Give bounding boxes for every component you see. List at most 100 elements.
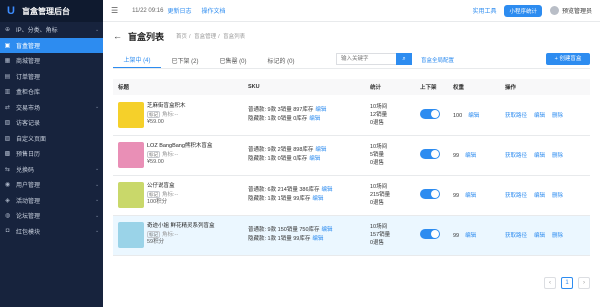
sidebar: U 盲盒管理后台 ⊕ IP、分类、角标 ⌄ ▣ 盲盒管理 ▦ 商城管理 ▤ 订单管理 ▥ 盒柜仓库 ⇄…	[0, 0, 103, 307]
chevron-down-icon: ⌄	[95, 26, 100, 33]
chevron-down-icon: ⌄	[95, 212, 100, 219]
tab-off-shelf[interactable]: 已下架 (2)	[161, 56, 209, 68]
search-icon[interactable]: ⌕	[396, 53, 412, 65]
tools-link[interactable]: 实用工具	[472, 6, 496, 15]
shelf-toggle[interactable]	[420, 108, 440, 119]
sku-edit-link[interactable]: 编辑	[309, 116, 320, 122]
sku-edit-link[interactable]: 编辑	[315, 107, 326, 113]
delete-link[interactable]: 删除	[552, 153, 563, 159]
weight-value: 99	[453, 233, 460, 239]
get-path-link[interactable]: 获取路径	[505, 193, 527, 199]
docs-link[interactable]: 操作文档	[201, 6, 225, 15]
weight-edit-link[interactable]: 编辑	[465, 233, 476, 239]
weight-value: 99	[453, 193, 460, 199]
product-thumbnail	[118, 182, 144, 208]
stat-views: 10场间	[370, 144, 388, 150]
tab-sold-out[interactable]: 已售罄 (0)	[209, 56, 257, 68]
sidebar-item[interactable]: ▣ 盲盒管理	[0, 37, 103, 53]
edit-link[interactable]: 编辑	[534, 193, 545, 199]
delete-link[interactable]: 删除	[552, 233, 563, 239]
miniapp-stats-button[interactable]: 小程序统计	[504, 4, 542, 17]
sidebar-item[interactable]: ⊕ IP、分类、角标 ⌄	[0, 22, 103, 38]
col-title: 标题	[113, 79, 243, 95]
sku-edit-link[interactable]: 编辑	[312, 196, 323, 202]
app-title: 盲盒管理后台	[22, 6, 70, 16]
menu-toggle-icon[interactable]: ☰	[111, 6, 118, 15]
sku-edit-link[interactable]: 编辑	[312, 236, 323, 242]
stat-returns: 0退售	[370, 240, 385, 246]
cell-status	[415, 175, 448, 216]
sidebar-item[interactable]: ▦ 商城管理	[0, 53, 103, 69]
mark-tag[interactable]: 标记	[147, 110, 160, 118]
shelf-toggle[interactable]	[420, 189, 440, 199]
col-actions: 操作	[500, 79, 590, 95]
sidebar-item[interactable]: ◉ 用户管理 ⌄	[0, 177, 103, 193]
search-input[interactable]	[336, 53, 396, 65]
create-blindbox-button[interactable]: + 创建盲盒	[546, 53, 590, 65]
tab-marked[interactable]: 标记的 (0)	[257, 56, 305, 68]
avatar	[549, 6, 559, 15]
sku-edit-link[interactable]: 编辑	[322, 187, 333, 193]
sidebar-item-label: 商城管理	[16, 59, 41, 66]
delete-link[interactable]: 删除	[552, 193, 563, 199]
breadcrumb: 首页 / 盲盒管理 / 盲盒列表	[176, 34, 246, 40]
edit-link[interactable]: 编辑	[534, 113, 545, 119]
current-time: 11/22 09:16	[132, 7, 164, 14]
mark-tag[interactable]: 标记	[147, 150, 160, 158]
user-menu[interactable]: 预览管理员	[549, 6, 592, 15]
next-page-button[interactable]: ›	[578, 277, 590, 289]
sidebar-item-label: 自定义页面	[16, 136, 47, 143]
global-config-link[interactable]: 盲盒全局配置	[421, 56, 454, 64]
get-path-link[interactable]: 获取路径	[505, 153, 527, 159]
weight-edit-link[interactable]: 编辑	[465, 153, 476, 159]
stat-returns: 0退售	[370, 200, 385, 206]
product-name: LOZ BangBang熊积木盲盒	[147, 143, 213, 150]
cell-actions: 获取路径 编辑 删除	[500, 175, 590, 216]
breadcrumb-home[interactable]: 首页	[176, 34, 187, 40]
sidebar-item[interactable]: ⇄ 交易市场 ⌄	[0, 100, 103, 116]
prev-page-button[interactable]: ‹	[544, 277, 556, 289]
cell-sku: 普通款: 6款 214销量 386库存 编辑 隐藏款: 1款 1销量 99库存 编辑	[243, 175, 365, 216]
col-status: 上下架	[415, 79, 448, 95]
delete-link[interactable]: 删除	[552, 113, 563, 119]
sidebar-item[interactable]: ⇆ 兑换码 ⌄	[0, 162, 103, 178]
sku-hidden: 隐藏款: 1款 0销量 0库存	[248, 156, 308, 162]
tabs-row: 上架中 (4) 已下架 (2) 已售罄 (0) 标记的 (0) ⌕ 盲盒全局配置…	[113, 53, 590, 69]
sku-hidden: 隐藏款: 1款 1销量 99库存	[248, 196, 311, 202]
page-1-button[interactable]: 1	[561, 277, 573, 289]
edit-link[interactable]: 编辑	[534, 233, 545, 239]
edit-link[interactable]: 编辑	[534, 153, 545, 159]
col-weight: 权重	[448, 79, 500, 95]
sidebar-item[interactable]: ▧ 访客记录	[0, 115, 103, 131]
exchange-icon: ⇆	[4, 166, 11, 173]
get-path-link[interactable]: 获取路径	[505, 233, 527, 239]
sku-edit-link[interactable]: 编辑	[309, 156, 320, 162]
tab-on-shelf[interactable]: 上架中 (4)	[113, 55, 161, 68]
cell-title: LOZ BangBang熊积木盲盒 标记 角标:-- ¥59.00	[113, 135, 243, 176]
page-icon: ▨	[4, 135, 11, 142]
sku-edit-link[interactable]: 编辑	[322, 227, 333, 233]
sidebar-item[interactable]: ◍ 论坛管理 ⌄	[0, 208, 103, 224]
shelf-toggle[interactable]	[420, 229, 440, 239]
cell-status	[415, 135, 448, 176]
box-icon: ▣	[4, 42, 11, 49]
cell-sku: 普通款: 9款 2销量 898库存 编辑 隐藏款: 1款 0销量 0库存 编辑	[243, 135, 365, 176]
back-arrow-icon[interactable]: ←	[113, 31, 122, 41]
mark-tag[interactable]: 标记	[147, 190, 160, 198]
sidebar-item[interactable]: ▨ 自定义页面	[0, 131, 103, 147]
sidebar-item[interactable]: ◈ 活动管理 ⌄	[0, 193, 103, 209]
changelog-link[interactable]: 更新日志	[167, 6, 191, 15]
sku-edit-link[interactable]: 编辑	[315, 147, 326, 153]
sidebar-item[interactable]: ▥ 盒柜仓库	[0, 84, 103, 100]
weight-edit-link[interactable]: 编辑	[468, 113, 479, 119]
breadcrumb-blindbox[interactable]: 盲盒管理	[194, 34, 216, 40]
sidebar-item[interactable]: ▩ 预售日历	[0, 146, 103, 162]
shelf-toggle[interactable]	[420, 149, 440, 159]
sidebar-item-label: 红包模块	[16, 229, 41, 236]
mark-tag[interactable]: 标记	[147, 230, 160, 238]
sidebar-item[interactable]: ▤ 订单管理	[0, 69, 103, 85]
sidebar-item[interactable]: ◘ 红包模块 ⌄	[0, 224, 103, 240]
weight-edit-link[interactable]: 编辑	[465, 193, 476, 199]
redpacket-icon: ◘	[5, 228, 10, 235]
get-path-link[interactable]: 获取路径	[505, 113, 527, 119]
